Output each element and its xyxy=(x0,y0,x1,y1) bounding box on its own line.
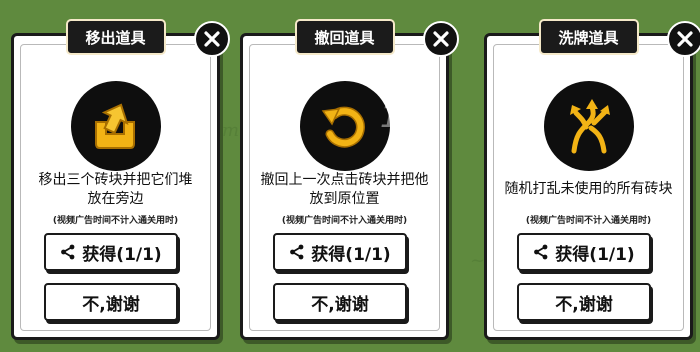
background-scribble: m xyxy=(222,120,240,141)
move-out-prop-dialog: 移出道具 移出三个砖块并把它们堆放在旁边 (视频广告时间不计入通关用时) 获得(… xyxy=(11,19,230,340)
ad-time-note: (视频广告时间不计入通关用时) xyxy=(52,216,179,226)
get-button[interactable]: 获得(1/1) xyxy=(273,233,407,271)
get-button[interactable]: 获得(1/1) xyxy=(44,233,178,271)
share-icon xyxy=(289,244,305,260)
decline-button[interactable]: 不,谢谢 xyxy=(44,283,178,321)
close-icon xyxy=(204,31,220,47)
move-out-tile-icon xyxy=(94,103,135,149)
decline-button[interactable]: 不,谢谢 xyxy=(273,283,407,321)
dialog-title: 洗牌道具 xyxy=(538,19,639,55)
share-icon xyxy=(533,244,549,260)
get-button[interactable]: 获得(1/1) xyxy=(517,233,651,271)
get-button-label: 获得(1/1) xyxy=(82,244,162,265)
undo-prop-dialog: 撤回道具 撤回上一次点击砖块并把他放到原位置 (视频广告时间不计入通关用时) 获… xyxy=(240,19,459,340)
close-icon xyxy=(677,31,693,47)
close-button[interactable] xyxy=(423,21,459,57)
decline-button[interactable]: 不,谢谢 xyxy=(517,283,651,321)
ad-time-note: (视频广告时间不计入通关用时) xyxy=(281,216,408,226)
watermark: 16 xyxy=(380,100,419,135)
get-button-label: 获得(1/1) xyxy=(555,244,635,265)
close-icon xyxy=(433,31,449,47)
dialog-title: 撤回道具 xyxy=(294,19,395,55)
undo-icon xyxy=(321,106,365,148)
prop-icon-circle xyxy=(543,81,634,171)
background-scribble: ~ xyxy=(470,250,486,271)
close-button[interactable] xyxy=(667,21,700,57)
dialog-title: 移出道具 xyxy=(65,19,166,55)
shuffle-prop-dialog: 洗牌道具 随机打乱未使用的所有砖块 (视频广告时间不计入通关用时) 获得(1/1… xyxy=(484,19,700,340)
close-button[interactable] xyxy=(194,21,230,57)
shuffle-icon xyxy=(569,99,610,154)
share-icon xyxy=(60,244,76,260)
get-button-label: 获得(1/1) xyxy=(311,244,391,265)
prop-icon-circle xyxy=(299,81,390,171)
prop-description: 移出三个砖块并把它们堆放在旁边 xyxy=(38,172,193,207)
prop-icon-circle xyxy=(70,81,161,171)
ad-time-note: (视频广告时间不计入通关用时) xyxy=(525,216,652,226)
prop-description: 撤回上一次点击砖块并把他放到原位置 xyxy=(260,172,429,207)
prop-description: 随机打乱未使用的所有砖块 xyxy=(504,181,673,197)
